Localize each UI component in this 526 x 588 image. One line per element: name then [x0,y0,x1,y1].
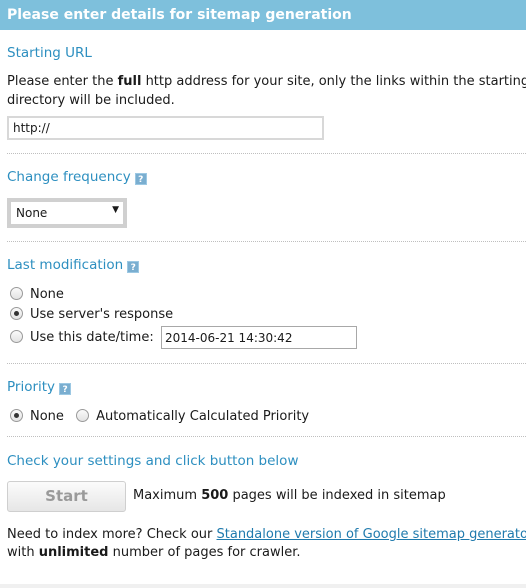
divider [7,363,526,364]
starting-url-description-line2: directory will be included. [7,93,175,108]
change-frequency-title: Change frequency? [7,169,147,185]
priority-option-none[interactable]: None [10,409,64,424]
bottom-border [0,584,526,588]
note-bold: 500 [201,488,229,503]
standalone-version-link[interactable]: Standalone version of Google sitemap gen… [217,527,526,542]
upgrade-text: Need to index more? Check our [7,527,217,542]
change-frequency-selected: None [16,206,48,220]
priority-title: Priority? [7,379,72,395]
divider [7,241,526,242]
submit-title: Check your settings and click button bel… [7,453,299,469]
starting-url-description: Please enter the full http address for y… [7,74,526,89]
upgrade-text: with [7,545,39,560]
max-pages-note: Maximum 500 pages will be indexed in sit… [133,488,446,503]
change-frequency-select[interactable]: None ▼ [7,198,127,228]
note-text-after: pages will be indexed in sitemap [228,488,446,503]
unlimited-bold: unlimited [38,545,109,560]
lastmod-option-label: Use this date/time: [30,330,154,345]
lastmod-option-label: None [30,287,64,302]
desc-bold: full [117,74,142,89]
lastmod-option-none[interactable]: None [10,287,64,302]
dropdown-arrow-icon: ▼ [112,205,119,215]
help-icon[interactable]: ? [134,173,147,185]
form-header: Please enter details for sitemap generat… [0,0,526,30]
radio-button[interactable] [76,409,90,422]
upgrade-text-after: number of pages for crawler. [108,545,301,560]
starting-url-input[interactable] [7,116,324,140]
radio-button-checked[interactable] [10,409,23,422]
upgrade-note-line2: with unlimited number of pages for crawl… [7,545,301,560]
divider [7,153,526,154]
desc-text-after: http address for your site, only the lin… [141,74,526,89]
priority-option-label: Automatically Calculated Priority [96,409,310,424]
radio-button[interactable] [10,287,23,300]
priority-options: None Automatically Calculated Priority [10,409,309,424]
lastmod-option-server[interactable]: Use server's response [10,307,173,322]
note-text: Maximum [133,488,202,503]
change-frequency-label: Change frequency [7,169,131,185]
radio-button-checked[interactable] [10,307,23,320]
upgrade-note-line1: Need to index more? Check our Standalone… [7,527,526,542]
lastmod-option-label: Use server's response [30,307,174,322]
lastmod-option-custom[interactable]: Use this date/time: [10,330,154,345]
priority-label: Priority [7,379,56,395]
lastmod-date-input[interactable] [161,326,357,349]
desc-text: Please enter the [7,74,118,89]
help-icon[interactable]: ? [127,261,140,273]
help-icon[interactable]: ? [59,383,72,395]
divider [7,436,526,437]
priority-option-label: None [30,409,64,424]
last-modification-label: Last modification [7,257,124,273]
priority-option-auto[interactable]: Automatically Calculated Priority [76,409,309,424]
start-button[interactable]: Start [7,481,126,512]
last-modification-title: Last modification? [7,257,140,273]
radio-button[interactable] [10,330,23,343]
starting-url-title: Starting URL [7,45,92,61]
